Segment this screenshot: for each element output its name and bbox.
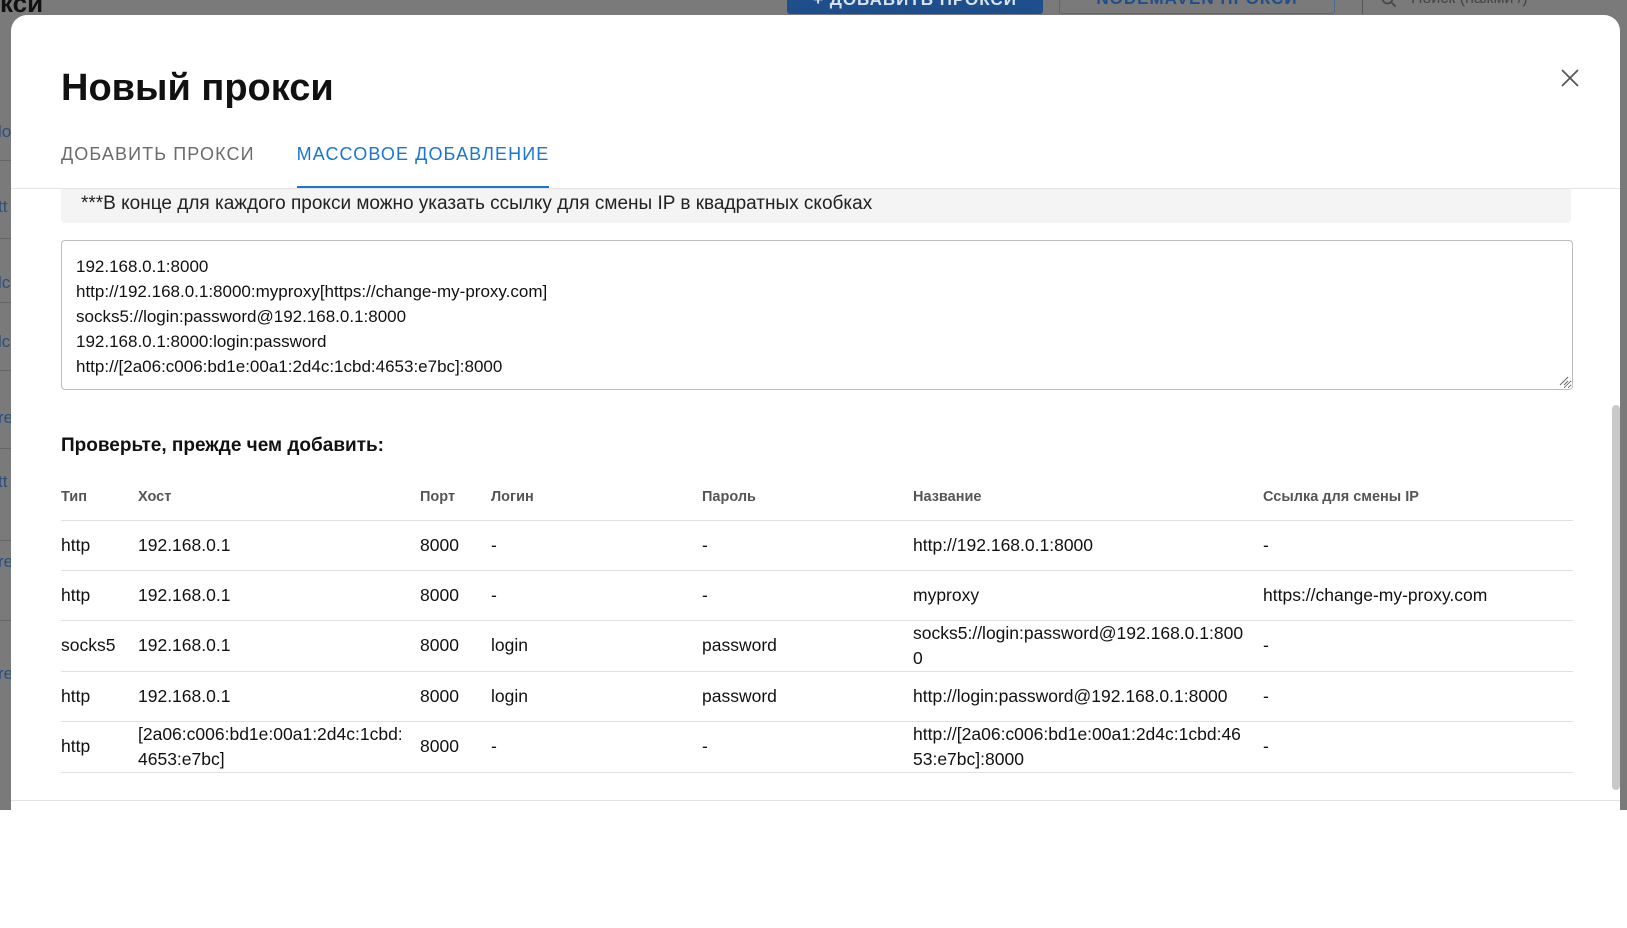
column-header-password: Пароль bbox=[702, 474, 913, 521]
dialog-title: Новый прокси bbox=[61, 67, 334, 109]
list-item: lo bbox=[0, 122, 12, 141]
cell-password: password bbox=[702, 620, 913, 672]
hint-box: ***В конце для каждого прокси можно указ… bbox=[61, 189, 1571, 223]
cell-host: 192.168.0.1 bbox=[138, 620, 420, 672]
bulk-proxy-textarea[interactable]: 192.168.0.1:8000 http://192.168.0.1:8000… bbox=[61, 240, 1573, 390]
list-item: lc bbox=[0, 332, 11, 351]
cell-password: password bbox=[702, 671, 913, 722]
cell-change-ip-url: https://change-my-proxy.com bbox=[1263, 570, 1573, 621]
cell-change-ip-url: - bbox=[1263, 721, 1573, 773]
cell-change-ip-url: - bbox=[1263, 520, 1573, 571]
table-row: http 192.168.0.1 8000 login password htt… bbox=[61, 671, 1573, 722]
cell-password: - bbox=[702, 520, 913, 571]
cell-password: - bbox=[702, 570, 913, 621]
column-header-type: Тип bbox=[61, 474, 138, 521]
preview-heading: Проверьте, прежде чем добавить: bbox=[61, 435, 385, 456]
dialog-tabs: ДОБАВИТЬ ПРОКСИ МАССОВОЕ ДОБАВЛЕНИЕ bbox=[61, 130, 591, 188]
column-header-name: Название bbox=[913, 474, 1263, 521]
hint-text: ***В конце для каждого прокси можно указ… bbox=[81, 193, 873, 214]
tab-bulk-add[interactable]: МАССОВОЕ ДОБАВЛЕНИЕ bbox=[296, 130, 550, 188]
cell-name: myproxy bbox=[913, 570, 1263, 621]
background-list-column: lo tt lc lc re tt re re bbox=[0, 40, 13, 810]
cell-port: 8000 bbox=[420, 570, 491, 621]
dialog-scrollbar[interactable] bbox=[1612, 405, 1620, 790]
cell-port: 8000 bbox=[420, 671, 491, 722]
table-row: http 192.168.0.1 8000 - - myproxy https:… bbox=[61, 570, 1573, 621]
column-header-port: Порт bbox=[420, 474, 491, 521]
textarea-line: http://[2a06:c006:bd1e:00a1:2d4c:1cbd:46… bbox=[76, 357, 503, 376]
cell-type: http bbox=[61, 520, 138, 571]
footer-divider bbox=[11, 800, 1620, 801]
cell-host: [2a06:c006:bd1e:00a1:2d4c:1cbd:4653:e7bc… bbox=[138, 721, 420, 773]
close-button[interactable] bbox=[1548, 56, 1592, 100]
table-header-row: Тип Хост Порт Логин Пароль Название Ссыл… bbox=[61, 474, 1573, 521]
cell-password: - bbox=[702, 721, 913, 773]
nodemaven-proxy-button[interactable]: NODEMAVEN ПРОКСИ bbox=[1059, 0, 1335, 14]
cell-type: socks5 bbox=[61, 620, 138, 672]
cell-port: 8000 bbox=[420, 721, 491, 773]
cell-host: 192.168.0.1 bbox=[138, 671, 420, 722]
search-input[interactable]: Поиск (нажми /) bbox=[1362, 0, 1627, 14]
dialog-content[interactable]: ***В конце для каждого прокси можно указ… bbox=[11, 189, 1620, 793]
cell-login: - bbox=[491, 520, 702, 571]
cell-host: 192.168.0.1 bbox=[138, 520, 420, 571]
tab-add-proxy[interactable]: ДОБАВИТЬ ПРОКСИ bbox=[61, 130, 255, 188]
new-proxy-dialog: Новый прокси ДОБАВИТЬ ПРОКСИ МАССОВОЕ ДО… bbox=[11, 15, 1620, 810]
list-item: tt bbox=[0, 197, 8, 216]
column-header-host: Хост bbox=[138, 474, 420, 521]
textarea-line: 192.168.0.1:8000 bbox=[76, 257, 209, 276]
table-row: socks5 192.168.0.1 8000 login password s… bbox=[61, 620, 1573, 672]
cell-login: login bbox=[491, 671, 702, 722]
cell-port: 8000 bbox=[420, 620, 491, 672]
column-header-login: Логин bbox=[491, 474, 702, 521]
table-row: http 192.168.0.1 8000 - - http://192.168… bbox=[61, 520, 1573, 571]
cell-change-ip-url: - bbox=[1263, 671, 1573, 722]
list-item: tt bbox=[0, 472, 8, 491]
cell-port: 8000 bbox=[420, 520, 491, 571]
cell-login: - bbox=[491, 570, 702, 621]
resize-handle-icon[interactable] bbox=[1557, 374, 1569, 386]
cell-login: - bbox=[491, 721, 702, 773]
textarea-line: 192.168.0.1:8000:login:password bbox=[76, 332, 327, 351]
cell-type: http bbox=[61, 570, 138, 621]
cell-name: http://192.168.0.1:8000 bbox=[913, 520, 1263, 571]
cell-name: http://login:password@192.168.0.1:8000 bbox=[913, 671, 1263, 722]
cell-type: http bbox=[61, 671, 138, 722]
cell-host: 192.168.0.1 bbox=[138, 570, 420, 621]
table-row: http [2a06:c006:bd1e:00a1:2d4c:1cbd:4653… bbox=[61, 721, 1573, 773]
column-header-change-ip-url: Ссылка для смены IP bbox=[1263, 474, 1573, 521]
close-icon bbox=[1561, 69, 1579, 87]
add-proxy-button[interactable]: + ДОБАВИТЬ ПРОКСИ bbox=[787, 0, 1043, 14]
textarea-line: http://192.168.0.1:8000:myproxy[https://… bbox=[76, 282, 548, 301]
cell-name: http://[2a06:c006:bd1e:00a1:2d4c:1cbd:46… bbox=[913, 721, 1263, 773]
cell-login: login bbox=[491, 620, 702, 672]
list-item: lc bbox=[0, 273, 11, 292]
textarea-line: socks5://login:password@192.168.0.1:8000 bbox=[76, 307, 407, 326]
cell-change-ip-url: - bbox=[1263, 620, 1573, 672]
cell-type: http bbox=[61, 721, 138, 773]
cell-name: socks5://login:password@192.168.0.1:8000 bbox=[913, 620, 1263, 672]
search-placeholder: Поиск (нажми /) bbox=[1411, 0, 1528, 8]
search-icon bbox=[1381, 0, 1397, 8]
preview-table: Тип Хост Порт Логин Пароль Название Ссыл… bbox=[61, 474, 1573, 773]
